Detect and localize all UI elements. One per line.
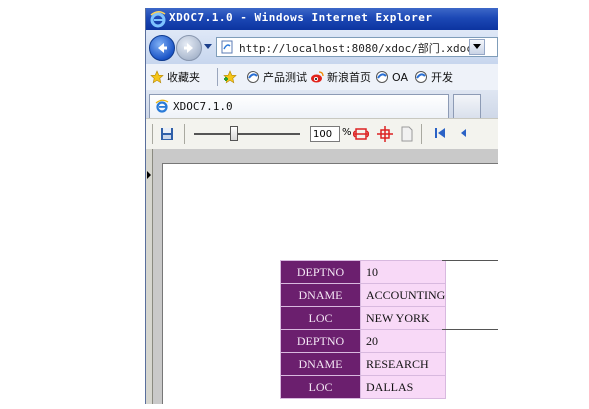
favorite-link-label: 产品测试	[263, 71, 307, 84]
add-favorite-button[interactable]	[223, 69, 240, 85]
report-table: DEPTNO 10 DNAME ACCOUNTING LOC NEW YORK DEPTNO…	[280, 260, 447, 399]
forward-button[interactable]	[176, 35, 202, 61]
tab-bar: XDOC7.1.0	[146, 90, 498, 118]
ie-page-icon	[376, 71, 388, 83]
favorite-link-dev[interactable]: 开发	[414, 69, 453, 85]
previous-page-icon[interactable]	[458, 126, 468, 140]
ruler-marker	[147, 171, 151, 179]
internet-explorer-icon	[150, 11, 166, 28]
zoom-slider-thumb[interactable]	[230, 126, 239, 141]
table-row: DEPTNO 20	[280, 329, 447, 353]
recent-pages-dropdown-icon[interactable]	[204, 44, 212, 50]
group-separator-line	[442, 260, 498, 261]
ie-page-icon	[247, 71, 259, 83]
table-row: DNAME RESEARCH	[280, 352, 447, 376]
table-row: DNAME ACCOUNTING	[280, 283, 447, 307]
fit-page-icon[interactable]	[377, 126, 393, 142]
viewer-toolbar: %	[146, 118, 498, 150]
table-row: LOC DALLAS	[280, 375, 447, 399]
field-label-cell: LOC	[280, 306, 361, 330]
field-label-cell: DNAME	[280, 352, 361, 376]
page-icon[interactable]	[400, 126, 414, 142]
back-button[interactable]	[149, 35, 175, 61]
title-bar[interactable]: XDOC7.1.0 - Windows Internet Explorer	[146, 8, 498, 30]
address-dropdown-button[interactable]	[469, 39, 485, 55]
favorites-button[interactable]: 收藏夹	[150, 69, 200, 85]
chevron-down-icon	[473, 44, 481, 49]
zoom-slider[interactable]	[194, 133, 300, 135]
zoom-unit-label: %	[342, 127, 352, 138]
group-separator-line	[442, 329, 498, 330]
favorites-bar: 收藏夹 产品测试 新浪首页 OA 开发	[146, 64, 498, 91]
sina-icon	[311, 71, 324, 83]
report-viewer[interactable]: DEPTNO 10 DNAME ACCOUNTING LOC NEW YORK DEPTNO…	[146, 149, 498, 404]
fit-width-icon[interactable]	[353, 126, 369, 142]
internet-explorer-icon	[155, 99, 169, 113]
report-page: DEPTNO 10 DNAME ACCOUNTING LOC NEW YORK DEPTNO…	[162, 163, 498, 404]
field-value-cell: ACCOUNTING	[359, 283, 447, 307]
toolbar-separator	[421, 124, 422, 144]
first-page-icon[interactable]	[434, 126, 446, 140]
favorite-link-label: OA	[392, 70, 408, 84]
toolbar-separator	[184, 124, 185, 144]
field-value-cell: 20	[359, 329, 447, 353]
field-label-cell: DEPTNO	[280, 329, 361, 353]
field-value-cell: NEW YORK	[359, 306, 447, 330]
tab-label: XDOC7.1.0	[173, 100, 233, 113]
table-row: DEPTNO 10	[280, 260, 447, 284]
save-icon[interactable]	[160, 127, 174, 141]
favorite-link-product-test[interactable]: 产品测试	[246, 69, 307, 85]
toolbar-separator	[152, 124, 153, 144]
address-bar[interactable]: http://localhost:8080/xdoc/部门.xdoc	[216, 37, 498, 57]
favorite-link-label: 开发	[431, 71, 453, 84]
favorites-label: 收藏夹	[167, 71, 200, 84]
field-label-cell: LOC	[280, 375, 361, 399]
favorite-link-label: 新浪首页	[327, 71, 371, 84]
favorite-link-sina[interactable]: 新浪首页	[310, 69, 371, 85]
new-tab-button[interactable]	[453, 94, 481, 118]
url-text[interactable]: http://localhost:8080/xdoc/部门.xdoc	[239, 40, 473, 56]
window-title: XDOC7.1.0 - Windows Internet Explorer	[169, 11, 433, 24]
back-arrow-icon	[158, 43, 167, 53]
add-to-favorites-icon	[223, 70, 237, 84]
zoom-input[interactable]	[310, 126, 340, 142]
forward-arrow-icon	[184, 43, 193, 53]
favorite-link-oa[interactable]: OA	[375, 69, 408, 85]
tab-xdoc[interactable]: XDOC7.1.0	[149, 94, 449, 118]
navigation-bar: http://localhost:8080/xdoc/部门.xdoc	[146, 30, 498, 64]
field-value-cell: 10	[359, 260, 447, 284]
star-icon	[150, 70, 164, 84]
browser-window: XDOC7.1.0 - Windows Internet Explorer ht…	[145, 8, 498, 404]
field-label-cell: DEPTNO	[280, 260, 361, 284]
field-value-cell: DALLAS	[359, 375, 447, 399]
table-row: LOC NEW YORK	[280, 306, 447, 330]
page-icon	[221, 40, 233, 54]
ie-page-icon	[415, 71, 427, 83]
field-label-cell: DNAME	[280, 283, 361, 307]
field-value-cell: RESEARCH	[359, 352, 447, 376]
vertical-ruler	[146, 149, 153, 404]
favorites-divider	[217, 68, 218, 86]
